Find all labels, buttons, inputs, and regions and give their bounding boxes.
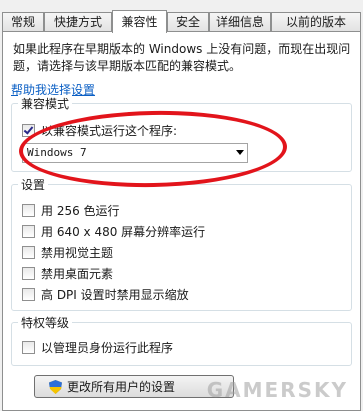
compat-mode-title: 兼容模式 xyxy=(18,95,73,112)
tab-compatibility[interactable]: 兼容性 xyxy=(112,10,167,33)
watermark: GAMERSKY xyxy=(206,378,348,402)
tab-security[interactable]: 安全 xyxy=(167,12,209,31)
setting-label: 禁用桌面元素 xyxy=(41,267,114,281)
compatibility-panel: 如果此程序在早期版本的 Windows 上没有问题，而现在出现问题，请选择与该早… xyxy=(2,31,361,411)
checkbox[interactable] xyxy=(22,225,35,238)
setting-label: 用 640 x 480 屏幕分辨率运行 xyxy=(41,225,206,239)
tab-previous-versions[interactable]: 以前的版本 xyxy=(271,12,361,31)
checkbox[interactable] xyxy=(22,288,35,301)
run-as-admin-row[interactable]: 以管理员身份运行此程序 xyxy=(22,339,173,356)
checkbox[interactable] xyxy=(22,267,35,280)
tab-bar: 常规 快捷方式 兼容性 安全 详细信息 以前的版本 xyxy=(0,10,363,33)
checkbox[interactable] xyxy=(22,246,35,259)
setting-disable-desktop-composition[interactable]: 禁用桌面元素 xyxy=(22,265,113,282)
run-as-admin-label: 以管理员身份运行此程序 xyxy=(41,341,174,355)
setting-label: 用 256 色运行 xyxy=(41,204,120,218)
change-all-users-button[interactable]: 更改所有用户的设置 xyxy=(34,375,234,398)
setting-640x480[interactable]: 用 640 x 480 屏幕分辨率运行 xyxy=(22,223,205,240)
setting-label: 禁用视觉主题 xyxy=(41,246,114,260)
checkbox[interactable] xyxy=(22,204,35,217)
description-text: 如果此程序在早期版本的 Windows 上没有问题，而现在出现问题，请选择与该早… xyxy=(13,42,351,73)
privilege-title: 特权等级 xyxy=(18,314,73,331)
settings-group: 设置 用 256 色运行 用 640 x 480 屏幕分辨率运行 禁用视觉主题 … xyxy=(11,176,352,311)
run-as-admin-checkbox[interactable] xyxy=(22,341,35,354)
uac-shield-icon xyxy=(49,379,62,394)
tab-shortcut[interactable]: 快捷方式 xyxy=(44,12,112,31)
setting-disable-dpi-scaling[interactable]: 高 DPI 设置时禁用显示缩放 xyxy=(22,286,189,303)
tab-details[interactable]: 详细信息 xyxy=(209,12,271,31)
setting-disable-visual-themes[interactable]: 禁用视觉主题 xyxy=(22,244,113,261)
setting-256-colors[interactable]: 用 256 色运行 xyxy=(22,202,120,219)
setting-label: 高 DPI 设置时禁用显示缩放 xyxy=(41,288,189,302)
change-all-users-label: 更改所有用户的设置 xyxy=(67,380,176,394)
privilege-group: 特权等级 以管理员身份运行此程序 xyxy=(11,314,352,366)
settings-title: 设置 xyxy=(18,176,49,193)
tab-general[interactable]: 常规 xyxy=(2,12,44,31)
